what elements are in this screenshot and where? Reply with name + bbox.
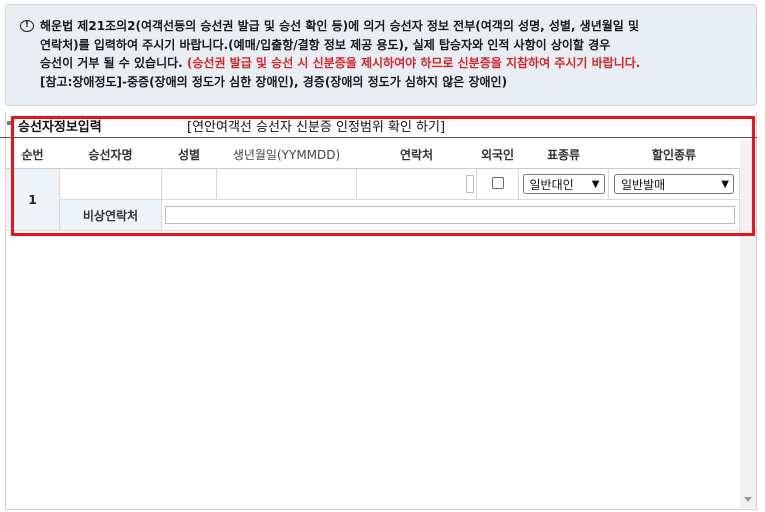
notice-line-3: 승선이 거부 될 수 있습니다. (승선권 발급 및 승선 시 신분증을 제시하… <box>40 54 746 73</box>
notice-box: ! 해운법 제21조의2(여객선등의 승선권 발급 및 승선 확인 등)에 의거… <box>5 4 757 106</box>
header-ticket-type: 표종류 <box>518 140 609 169</box>
ticket-type-cell: 일반대인 ▼ <box>518 168 609 200</box>
vertical-scrollbar[interactable] <box>740 140 756 508</box>
table-row: 비상연락처 <box>6 199 740 231</box>
emergency-contact-input[interactable] <box>165 206 735 224</box>
section-title: 승선자정보입력 <box>18 120 102 135</box>
id-range-link[interactable]: [연안여객선 승선자 신분증 인정범위 확인 하기] <box>187 116 445 135</box>
chevron-down-icon: ▼ <box>721 178 729 190</box>
bullet-icon <box>7 121 11 125</box>
notice-line-1: 해운법 제21조의2(여객선등의 승선권 발급 및 승선 확인 등)에 의거 승… <box>40 19 640 33</box>
discount-type-value: 일반발매 <box>621 177 666 192</box>
header-birthdate: 생년월일(YYMMDD) <box>216 140 357 169</box>
emergency-contact-cell <box>161 199 740 231</box>
birthdate-cell[interactable] <box>216 168 357 200</box>
header-discount-type: 할인종류 <box>608 140 740 169</box>
foreigner-checkbox[interactable] <box>491 176 504 189</box>
emergency-contact-label: 비상연락처 <box>59 199 162 231</box>
ticket-type-value: 일반대인 <box>529 177 574 192</box>
passenger-name-cell[interactable] <box>59 168 162 200</box>
discount-type-select[interactable]: 일반발매 ▼ <box>614 174 734 194</box>
section-header: 승선자정보입력 [연안여객선 승선자 신분증 인정범위 확인 하기] <box>0 112 757 138</box>
header-gender: 성별 <box>161 140 217 169</box>
header-name: 승선자명 <box>59 140 162 169</box>
notice-line-3-a: 승선이 거부 될 수 있습니다. <box>40 56 187 70</box>
passenger-table: 순번 승선자명 성별 생년월일(YYMMDD) 연락처 외국인 표종류 할인종류… <box>5 140 740 231</box>
contact-cell <box>356 168 477 200</box>
row-seq: 1 <box>5 168 60 231</box>
header-seq: 순번 <box>5 140 60 169</box>
notice-line-3-red: (승선권 발급 및 승선 시 신분증을 제시하여야 하므로 신분증을 지참하여 … <box>186 56 641 70</box>
notice-line-2: 연락처)를 입력하여 주시기 바랍니다.(예매/입출항/결항 정보 제공 용도)… <box>40 37 611 52</box>
gender-cell[interactable] <box>161 168 217 200</box>
warning-circle-icon: ! <box>20 20 34 32</box>
notice-line-4: [참고:장애정도]-중증(장애의 정도가 심한 장애인), 경증(장애의 정도가… <box>40 74 508 89</box>
scroll-down-arrow-icon[interactable] <box>744 497 752 502</box>
header-foreigner: 외국인 <box>476 140 519 169</box>
ticket-type-select[interactable]: 일반대인 ▼ <box>522 174 605 194</box>
contact-input[interactable] <box>466 175 474 193</box>
chevron-down-icon: ▼ <box>591 178 600 190</box>
foreigner-cell <box>476 168 519 200</box>
table-row: 1 일반대인 ▼ 일반발매 ▼ <box>5 168 740 231</box>
table-header-row: 순번 승선자명 성별 생년월일(YYMMDD) 연락처 외국인 표종류 할인종류 <box>5 140 740 169</box>
discount-type-cell: 일반발매 ▼ <box>608 168 740 200</box>
header-contact: 연락처 <box>356 140 477 169</box>
